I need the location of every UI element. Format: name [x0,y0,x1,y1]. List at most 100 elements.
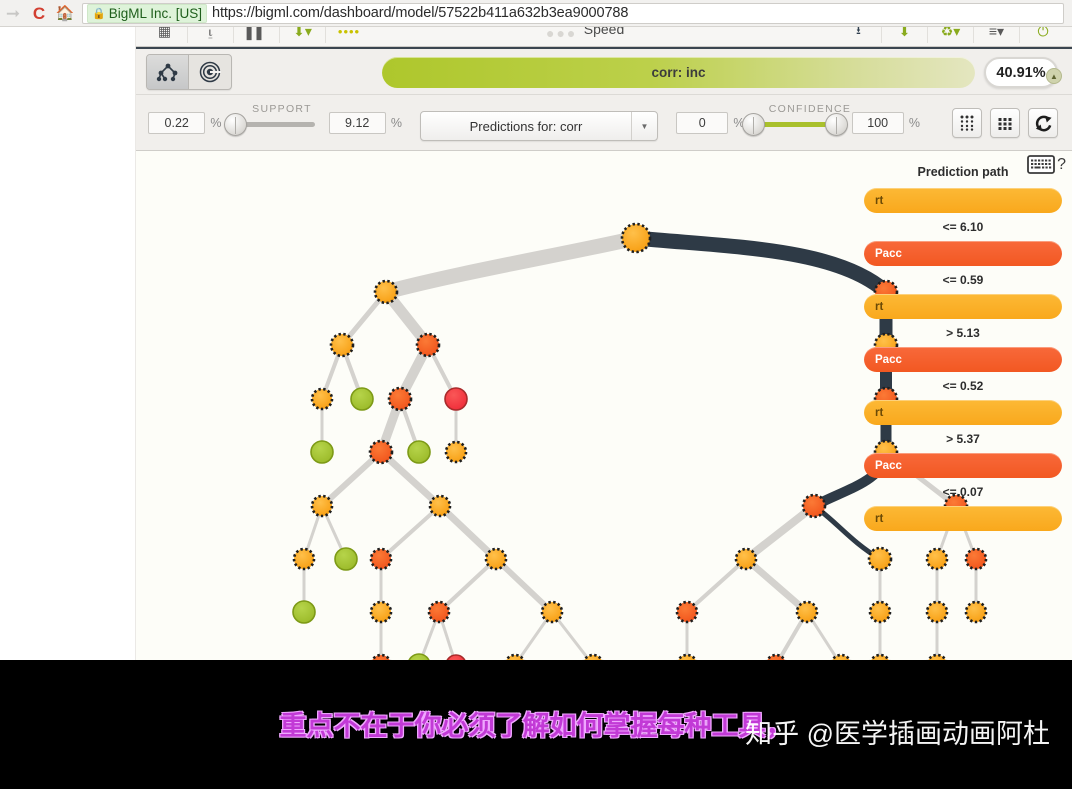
support-max-unit: % [390,116,402,130]
tree-node[interactable] [407,440,431,464]
tree-node[interactable] [310,440,334,464]
support-slider-knob-min[interactable] [223,112,247,136]
rating-dots-icon[interactable]: •••• [326,27,372,43]
prediction-path-field-5[interactable]: Pacc [864,453,1062,478]
page-body: ▦ ⍸ ▌▌ ⬇▾ •••• ●●● Speed ⭳ ⬇ ♻▾ ≡▾ ⏻ cor… [0,27,1072,789]
tree-node[interactable] [964,547,988,571]
tree-node[interactable] [675,600,699,624]
support-max-input[interactable]: 9.12 [328,112,386,134]
grid-icon[interactable]: ▦ [142,27,188,43]
tree-node[interactable] [540,600,564,624]
filter-icon[interactable]: ≡▾ [974,27,1020,43]
forward-button[interactable]: ➞ [0,1,26,25]
bigml-model-panel: ▦ ⍸ ▌▌ ⬇▾ •••• ●●● Speed ⭳ ⬇ ♻▾ ≡▾ ⏻ cor… [136,27,1072,660]
prediction-path-field-0[interactable]: rt [864,188,1062,213]
home-button[interactable]: 🏠 [52,1,78,25]
lock-icon: 🔒 [92,7,106,20]
tree-node[interactable] [964,600,988,624]
tree-node[interactable] [369,547,393,571]
confidence-slider-knob-max[interactable] [824,112,848,136]
tree-node[interactable] [484,547,508,571]
model-toolbar-left-group: ▦ ⍸ ▌▌ ⬇▾ •••• [142,27,372,43]
tree-node[interactable] [415,332,441,358]
tree-node[interactable] [867,546,893,572]
support-min-input[interactable]: 0.22 [148,112,206,134]
tree-node[interactable] [310,387,334,411]
tree-node[interactable] [868,600,892,624]
prediction-path-field-4[interactable]: rt [864,400,1062,425]
refresh-icon [1035,115,1052,131]
tree-node[interactable] [310,494,334,518]
prediction-path-field-1[interactable]: Pacc [864,241,1062,266]
tree-node[interactable] [444,387,468,411]
tree-node[interactable] [620,222,652,254]
tree-node[interactable] [734,547,758,571]
columns-icon[interactable]: ▌▌ [234,27,280,43]
sunburst-view-button[interactable] [189,55,231,89]
tree-node[interactable] [387,386,413,412]
download-model-icon[interactable]: ⬇▾ [280,27,326,43]
home-icon: 🏠 [55,4,75,22]
confidence-max-unit: % [908,116,920,130]
tree-node[interactable] [444,440,468,464]
tree-node[interactable] [373,279,399,305]
tree-node[interactable] [427,600,451,624]
predictions-dropdown[interactable]: Predictions for: corr ▼ [420,111,658,141]
confidence-slider[interactable] [741,112,848,136]
layout-buttons-group [952,95,1058,151]
tree-node[interactable] [369,600,393,624]
confidence-min-input[interactable]: 0 [676,112,729,134]
refresh-button[interactable] [1028,108,1058,138]
tree-node[interactable] [334,547,358,571]
sunburst-icon [199,61,221,82]
tree-icon [156,63,177,81]
share-icon[interactable]: ♻▾ [928,27,974,43]
confidence-slider-knob-min[interactable] [741,112,765,136]
tree-node[interactable] [292,547,316,571]
arrow-forward-icon: ➞ [5,3,21,23]
prediction-bar-fill: corr: inc [382,57,975,88]
prediction-path-field-2[interactable]: rt [864,294,1062,319]
tree-node[interactable] [925,547,949,571]
power-icon[interactable]: ⏻ [1020,27,1066,43]
security-badge: 🔒 BigML Inc. [US] [87,3,207,23]
prediction-path-condition-3: <= 0.52 [942,379,984,393]
filter-controls: 0.22 % 9.12 % SUPPORT Predictions for: c… [136,95,1072,151]
sparse-layout-button[interactable] [952,108,982,138]
prediction-path-condition-4: > 5.37 [946,432,980,446]
support-caption: SUPPORT [252,103,312,115]
prediction-path-condition-2: > 5.13 [946,326,980,340]
download-icon[interactable]: ⬇ [882,27,928,43]
tree-node[interactable] [428,494,452,518]
confidence-max-input[interactable]: 100 [851,112,904,134]
tree-node[interactable] [292,600,316,624]
tree-node[interactable] [925,600,949,624]
tree-node[interactable] [329,332,355,358]
prediction-bar[interactable]: corr: inc [382,57,975,88]
reload-icon: C [32,3,46,23]
tree-node[interactable] [350,387,374,411]
prediction-header: corr: inc 40.91% ▲ [136,47,1072,95]
dense-layout-button[interactable] [990,108,1020,138]
url-text: https://bigml.com/dashboard/model/57522b… [211,5,629,21]
caption-subtitle: 重点不在于你必须了解如何掌握每种工具， [279,711,793,741]
export-icon[interactable]: ⭳ [836,27,882,43]
tree-visualization[interactable]: ? Prediction path rt <= 6.10 Pacc <= 0.59 rt… [136,151,1072,660]
prediction-path-field-6[interactable]: rt [864,506,1062,531]
prediction-path-field-3[interactable]: Pacc [864,347,1062,372]
collapse-caret-icon[interactable]: ▲ [1046,68,1062,84]
tree-node[interactable] [795,600,819,624]
tree-node[interactable] [801,493,827,519]
reload-button[interactable]: C [26,1,52,25]
confidence-control-group: 0 % 100 % CONFIDENCE [676,95,926,151]
database-icon[interactable]: ⍸ [188,27,234,43]
prediction-path-title: Prediction path [917,165,1009,179]
address-bar[interactable]: 🔒 BigML Inc. [US] https://bigml.com/dash… [82,2,1064,24]
tree-node[interactable] [368,439,394,465]
tree-view-button[interactable] [147,54,189,89]
predictions-dropdown-label: Predictions for: corr [469,118,583,134]
model-toolbar: ▦ ⍸ ▌▌ ⬇▾ •••• ●●● Speed ⭳ ⬇ ♻▾ ≡▾ ⏻ [136,27,1072,47]
chevron-down-icon[interactable]: ▼ [631,112,657,140]
support-control-group: 0.22 % 9.12 % SUPPORT [148,95,408,151]
support-slider[interactable] [223,112,315,136]
